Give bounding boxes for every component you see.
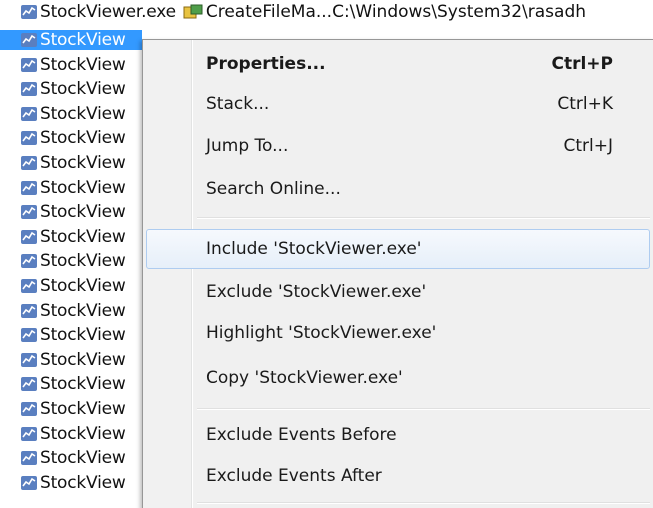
menu-item-label: Stack... — [206, 94, 270, 114]
process-name: StockView — [40, 374, 126, 394]
process-icon — [21, 230, 37, 244]
event-row[interactable]: StockView — [0, 374, 142, 394]
menu-item-label: Highlight 'StockViewer.exe' — [206, 323, 437, 343]
process-name: StockView — [40, 153, 126, 173]
menu-item-properties[interactable]: Properties... Ctrl+P — [146, 44, 650, 84]
process-monitor-window: StockViewer.exe CreateFileMa... C:\Windo… — [0, 0, 653, 508]
menu-item-jump-to[interactable]: Jump To... Ctrl+J — [146, 126, 650, 166]
create-file-mapping-icon — [183, 4, 203, 19]
process-icon — [21, 131, 37, 145]
event-row-top[interactable]: StockViewer.exe CreateFileMa... C:\Windo… — [0, 2, 653, 22]
event-row[interactable]: StockView — [0, 276, 142, 296]
process-icon — [21, 451, 37, 465]
menu-item-label: Include 'StockViewer.exe' — [206, 239, 422, 259]
event-row[interactable]: StockView — [0, 55, 142, 75]
menu-item-label: Exclude 'StockViewer.exe' — [206, 282, 427, 302]
process-icon — [21, 33, 37, 47]
event-row[interactable]: StockView — [0, 325, 142, 345]
process-name: StockView — [40, 178, 126, 198]
process-name: StockView — [40, 104, 126, 124]
event-row[interactable]: StockView — [0, 227, 142, 247]
process-icon — [21, 279, 37, 293]
process-name: StockView — [40, 325, 126, 345]
menu-item-stack[interactable]: Stack... Ctrl+K — [146, 84, 650, 124]
event-row-selected[interactable]: StockView — [0, 30, 142, 50]
process-name: StockView — [40, 79, 126, 99]
menu-item-shortcut: Ctrl+J — [563, 136, 613, 156]
menu-separator — [197, 217, 650, 219]
process-icon — [21, 107, 37, 121]
event-row[interactable]: StockView — [0, 202, 142, 222]
process-icon — [21, 353, 37, 367]
process-icon — [21, 377, 37, 391]
process-name: StockView — [40, 202, 126, 222]
menu-item-highlight[interactable]: Highlight 'StockViewer.exe' — [146, 313, 650, 353]
event-row[interactable]: StockView — [0, 128, 142, 148]
process-name: StockView — [40, 399, 126, 419]
process-icon — [21, 476, 37, 490]
process-name: StockView — [40, 350, 126, 370]
menu-item-exclude[interactable]: Exclude 'StockViewer.exe' — [146, 272, 650, 312]
process-name: StockView — [40, 301, 126, 321]
menu-item-label: Search Online... — [206, 179, 341, 199]
menu-item-label: Copy 'StockViewer.exe' — [206, 368, 403, 388]
process-icon — [21, 328, 37, 342]
process-name: StockView — [40, 251, 126, 271]
event-row[interactable]: StockView — [0, 79, 142, 99]
menu-item-shortcut: Ctrl+K — [557, 94, 613, 114]
event-row[interactable]: StockView — [0, 473, 142, 493]
process-icon — [21, 156, 37, 170]
process-icon — [21, 82, 37, 96]
process-icon — [21, 254, 37, 268]
process-name: StockView — [40, 276, 126, 296]
event-row[interactable]: StockView — [0, 350, 142, 370]
menu-item-exclude-events-before[interactable]: Exclude Events Before — [146, 415, 650, 455]
event-row[interactable]: StockView — [0, 178, 142, 198]
process-icon — [21, 5, 37, 19]
menu-item-shortcut: Ctrl+P — [551, 54, 613, 74]
operation-name: CreateFileMa... — [205, 2, 333, 22]
process-icon — [21, 304, 37, 318]
menu-item-label: Exclude Events Before — [206, 425, 397, 445]
event-row[interactable]: StockView — [0, 399, 142, 419]
menu-item-copy[interactable]: Copy 'StockViewer.exe' — [146, 358, 650, 398]
event-row[interactable]: StockView — [0, 448, 142, 468]
event-row[interactable]: StockView — [0, 424, 142, 444]
process-icon — [21, 181, 37, 195]
process-name: StockView — [40, 424, 126, 444]
event-path: C:\Windows\System32\rasadh — [332, 2, 587, 22]
process-name: StockView — [40, 473, 126, 493]
menu-item-label: Jump To... — [206, 136, 289, 156]
process-name: StockView — [40, 128, 126, 148]
process-icon — [21, 205, 37, 219]
menu-item-include[interactable]: Include 'StockViewer.exe' — [146, 229, 650, 269]
process-name: StockView — [40, 227, 126, 247]
event-row[interactable]: StockView — [0, 251, 142, 271]
event-row[interactable]: StockView — [0, 301, 142, 321]
event-row[interactable]: StockView — [0, 104, 142, 124]
menu-item-search-online[interactable]: Search Online... — [146, 169, 650, 209]
process-name: StockViewer.exe — [40, 2, 176, 22]
process-name: StockView — [40, 30, 126, 50]
menu-item-exclude-events-after[interactable]: Exclude Events After — [146, 456, 650, 496]
process-icon — [21, 427, 37, 441]
process-icon — [21, 402, 37, 416]
menu-separator — [197, 408, 650, 410]
process-icon — [21, 58, 37, 72]
process-name: StockView — [40, 55, 126, 75]
menu-item-label: Exclude Events After — [206, 466, 382, 486]
event-row[interactable]: StockView — [0, 153, 142, 173]
context-menu: Properties... Ctrl+P Stack... Ctrl+K Jum… — [142, 39, 653, 508]
menu-separator — [197, 502, 650, 504]
menu-item-label: Properties... — [206, 54, 326, 74]
process-name: StockView — [40, 448, 126, 468]
